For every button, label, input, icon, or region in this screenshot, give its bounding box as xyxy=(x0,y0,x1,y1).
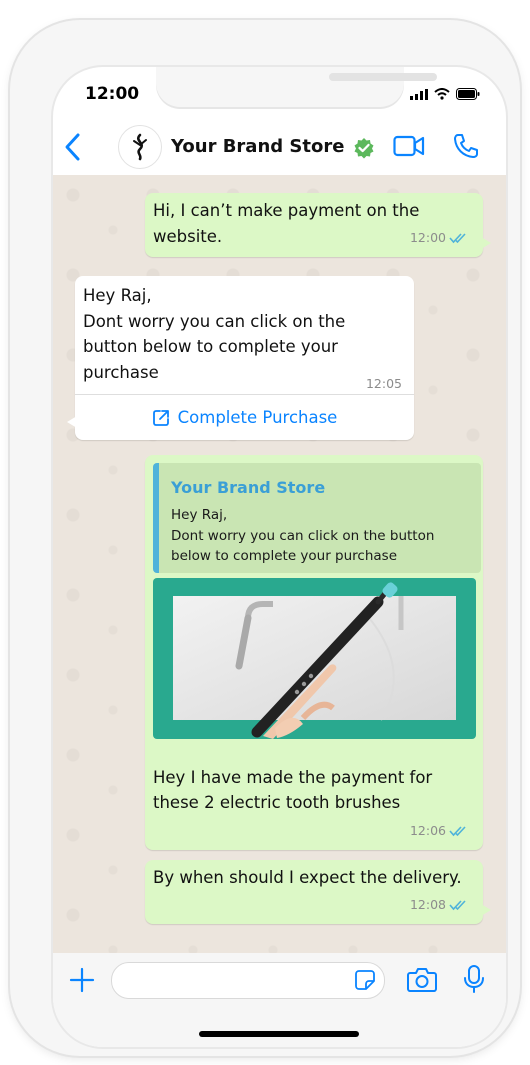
avatar[interactable] xyxy=(118,125,162,169)
attach-button[interactable] xyxy=(69,967,95,997)
battery-icon xyxy=(456,88,480,100)
message-text: these 2 electric tooth brushes xyxy=(153,793,401,812)
message-text: By when should I expect the delivery. xyxy=(153,868,462,887)
bubble-tail xyxy=(481,237,491,249)
message-time: 12:08 xyxy=(409,897,446,912)
status-time: 12:00 xyxy=(85,84,140,104)
sticker-button[interactable] xyxy=(354,969,376,995)
video-call-icon xyxy=(393,135,425,157)
input-bar xyxy=(53,953,506,1047)
back-icon xyxy=(65,133,80,161)
toothbrush-image xyxy=(173,582,456,739)
double-check-icon xyxy=(449,233,466,244)
home-indicator xyxy=(199,1031,359,1037)
signal-icon xyxy=(410,88,428,100)
message-text: button below to complete your xyxy=(83,337,338,356)
voice-call-button[interactable] xyxy=(453,133,479,163)
sticker-icon xyxy=(355,970,375,990)
brand-logo-icon xyxy=(133,133,147,161)
verified-icon xyxy=(354,138,374,159)
message-text: Dont worry you can click on the xyxy=(83,312,346,331)
speaker xyxy=(329,73,437,81)
plus-icon xyxy=(69,967,95,993)
message-meta: 12:00 xyxy=(410,225,469,251)
chat-header: Your Brand Store xyxy=(53,117,506,175)
video-call-button[interactable] xyxy=(393,135,425,161)
message-outgoing: By when should I expect the delivery. 12… xyxy=(145,860,491,924)
product-image[interactable] xyxy=(153,578,476,739)
external-link-icon xyxy=(152,409,169,426)
message-meta: 12:08 xyxy=(410,892,469,918)
message-incoming: Hey Raj, Dont worry you can click on the… xyxy=(67,276,414,440)
quoted-text: below to complete your purchase xyxy=(171,548,398,564)
message-input[interactable] xyxy=(111,962,385,999)
mic-button[interactable] xyxy=(463,964,485,998)
camera-button[interactable] xyxy=(407,967,437,997)
camera-icon xyxy=(407,968,437,992)
double-check-icon xyxy=(449,826,466,837)
wifi-icon xyxy=(434,88,450,100)
bubble-tail xyxy=(481,904,491,916)
verified-badge xyxy=(353,137,375,163)
message-time: 12:00 xyxy=(409,230,446,245)
double-check-icon xyxy=(449,900,466,911)
message-text: Hi, I can’t make payment on the xyxy=(153,201,420,220)
mic-icon xyxy=(464,965,484,993)
message-outgoing: Hi, I can’t make payment on the website.… xyxy=(145,193,491,257)
message-time: 12:06 xyxy=(409,823,446,838)
quoted-author: Your Brand Store xyxy=(171,478,326,497)
message-text: Hey Raj, xyxy=(83,286,152,305)
complete-purchase-label: Complete Purchase xyxy=(177,407,338,427)
message-meta: 12:06 xyxy=(410,818,469,844)
phone-frame: 12:00 Your Brand Store Hi, I can’t make … xyxy=(10,20,520,1056)
status-icons xyxy=(410,88,480,100)
message-outgoing: Your Brand Store Hey Raj, Dont worry you… xyxy=(145,455,483,850)
phone-screen: 12:00 Your Brand Store Hi, I can’t make … xyxy=(53,67,506,1047)
back-button[interactable] xyxy=(63,132,83,166)
message-text: Hey I have made the payment for xyxy=(153,768,433,787)
complete-purchase-button[interactable]: Complete Purchase xyxy=(75,395,414,440)
quoted-message[interactable]: Your Brand Store Hey Raj, Dont worry you… xyxy=(153,463,481,573)
phone-icon xyxy=(454,134,478,158)
notch xyxy=(156,67,437,107)
message-text: purchase xyxy=(83,363,159,382)
message-text: website. xyxy=(153,227,223,246)
chat-area: Hi, I can’t make payment on the website.… xyxy=(53,175,506,953)
bubble-tail xyxy=(67,416,77,428)
contact-name[interactable]: Your Brand Store xyxy=(171,136,344,157)
